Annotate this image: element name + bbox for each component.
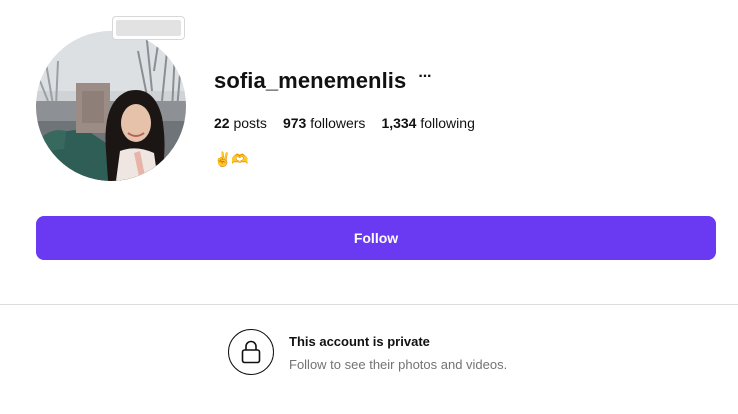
username: sofia_menemenlis [214,68,407,93]
posts-stat: 22 posts [214,115,267,131]
redacted-label [112,16,185,40]
profile-photo [36,31,186,181]
posts-label: posts [233,115,267,131]
following-count: 1,334 [381,115,417,131]
following-stat[interactable]: 1,334 following [381,115,474,131]
following-label: following [420,115,475,131]
lock-icon-circle [228,329,274,375]
profile-page: sofia_menemenlis ··· 22 posts 973 follow… [0,0,738,414]
more-horizontal-icon[interactable]: ··· [418,68,432,86]
private-account-title: This account is private [289,334,430,349]
followers-count: 973 [282,115,307,131]
bio: ✌️🫶 [214,151,249,167]
follow-button[interactable]: Follow [36,216,716,260]
posts-count: 22 [214,115,230,131]
divider [0,304,738,305]
redaction-block [116,20,181,36]
followers-stat[interactable]: 973 followers [283,115,366,131]
username-row: sofia_menemenlis ··· [214,68,432,94]
lock-icon [241,340,261,364]
private-account-subtitle: Follow to see their photos and videos. [289,357,508,372]
followers-label: followers [310,115,366,131]
profile-stats: 22 posts 973 followers 1,334 following [214,115,491,131]
avatar[interactable] [36,31,186,181]
